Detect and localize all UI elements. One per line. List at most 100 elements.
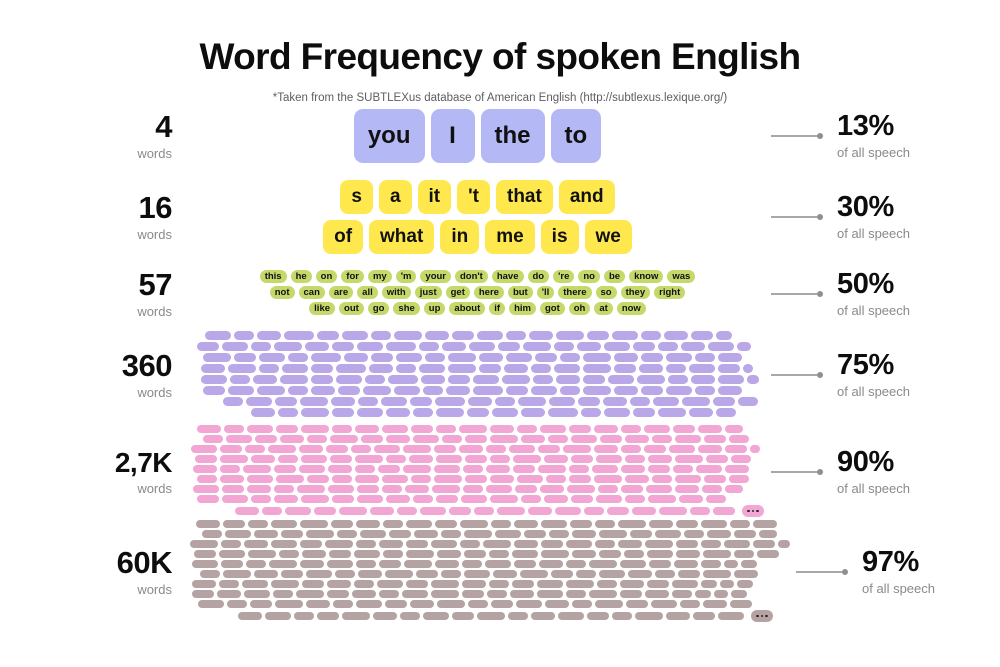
word-chip[interactable]: you	[353, 109, 425, 163]
abstract-word-pill	[355, 455, 384, 463]
word-chip[interactable]: can	[298, 286, 325, 299]
abstract-word-pill	[337, 530, 357, 538]
abstract-word-pill	[251, 495, 272, 503]
word-count-value: 360	[121, 348, 173, 383]
word-chip[interactable]: 'm	[395, 270, 417, 283]
word-chip[interactable]: s	[340, 180, 373, 214]
word-chip[interactable]: have	[491, 270, 524, 283]
word-chip[interactable]: me	[485, 220, 535, 254]
word-chip[interactable]: out	[339, 302, 364, 315]
abstract-word-block	[191, 425, 764, 519]
abstract-word-pill	[632, 408, 655, 417]
word-chip[interactable]: this	[259, 270, 287, 283]
word-chip[interactable]: the	[480, 109, 545, 163]
abstract-word-pill	[497, 507, 526, 515]
percent-group: 90% of all speech	[765, 448, 1000, 496]
abstract-word-pill	[570, 520, 592, 528]
word-chip[interactable]: my	[367, 270, 392, 283]
word-chip[interactable]: they	[620, 286, 651, 299]
abstract-word-pill	[285, 507, 312, 515]
abstract-word-pill	[703, 570, 731, 578]
word-chip[interactable]: there	[558, 286, 592, 299]
abstract-word-pill	[520, 570, 548, 578]
word-chip[interactable]: of	[323, 220, 364, 254]
word-chip[interactable]: to	[550, 109, 602, 163]
word-chip[interactable]: 't	[457, 180, 490, 214]
abstract-word-pill	[248, 550, 276, 558]
abstract-word-pill	[625, 495, 646, 503]
word-chip[interactable]: here	[473, 286, 504, 299]
word-chip[interactable]: but	[507, 286, 533, 299]
word-chip[interactable]: with	[381, 286, 411, 299]
word-chip[interactable]: go	[367, 302, 390, 315]
abstract-word-pill	[503, 364, 528, 373]
abstract-word-pill	[395, 364, 416, 373]
word-chip[interactable]: not	[269, 286, 295, 299]
abstract-word-pill	[688, 408, 713, 417]
word-chip[interactable]: like	[309, 302, 336, 315]
word-chip[interactable]: up	[423, 302, 446, 315]
word-chip[interactable]: so	[595, 286, 617, 299]
abstract-word-pill	[197, 475, 218, 483]
abstract-word-pill	[746, 375, 759, 384]
word-chip[interactable]: got	[539, 302, 565, 315]
word-chip[interactable]: no	[578, 270, 600, 283]
abstract-word-pill	[235, 507, 260, 515]
abstract-word-pill	[472, 386, 503, 395]
abstract-word-pill	[539, 560, 563, 568]
abstract-word-line	[191, 495, 764, 503]
word-chip[interactable]: is	[540, 220, 579, 254]
abstract-word-pill	[675, 485, 700, 493]
percent-group: 30% of all speech	[765, 193, 1000, 241]
word-chip[interactable]: I	[430, 109, 475, 163]
word-chip[interactable]: know	[629, 270, 664, 283]
word-chip[interactable]: for	[341, 270, 364, 283]
abstract-word-pill	[196, 520, 220, 528]
word-chip[interactable]: she	[393, 302, 420, 315]
word-chip[interactable]: be	[603, 270, 626, 283]
abstract-word-pill	[301, 455, 328, 463]
word-chip[interactable]: he	[290, 270, 312, 283]
word-chip[interactable]: a	[378, 180, 412, 214]
abstract-word-pill	[559, 353, 580, 362]
word-chip[interactable]: in	[440, 220, 480, 254]
word-chip[interactable]: if	[489, 302, 506, 315]
word-chip[interactable]: that	[496, 180, 553, 214]
word-chip[interactable]: do	[527, 270, 550, 283]
word-sample-area	[190, 331, 765, 419]
abstract-word-pill	[459, 445, 484, 453]
word-chip[interactable]: him	[509, 302, 536, 315]
word-chip[interactable]: about	[449, 302, 486, 315]
word-chip[interactable]: 're	[553, 270, 575, 283]
word-chip[interactable]: don't	[455, 270, 488, 283]
word-chip[interactable]: at	[594, 302, 613, 315]
word-chip[interactable]: we	[584, 220, 632, 254]
frequency-row: 57 words this he on for my'm your don't have do're…	[0, 265, 1000, 323]
word-chip[interactable]: all	[357, 286, 378, 299]
word-chip[interactable]: now	[616, 302, 646, 315]
abstract-word-pill	[478, 364, 501, 373]
word-chip[interactable]: right	[654, 286, 686, 299]
word-chip[interactable]: on	[315, 270, 338, 283]
word-chip[interactable]: are	[328, 286, 354, 299]
word-chip[interactable]: oh	[568, 302, 591, 315]
abstract-word-pill	[442, 435, 463, 443]
word-chip[interactable]: and	[558, 180, 615, 214]
word-chip[interactable]: get	[445, 286, 470, 299]
abstract-word-pill	[540, 425, 567, 433]
abstract-word-pill	[648, 465, 671, 473]
word-chip[interactable]: your	[420, 270, 451, 283]
abstract-word-pill	[702, 485, 723, 493]
abstract-word-pill	[514, 560, 536, 568]
abstract-word-pill	[193, 485, 220, 493]
word-chip[interactable]: it	[417, 180, 452, 214]
abstract-word-pill	[299, 465, 326, 473]
word-chip[interactable]: just	[414, 286, 442, 299]
word-chip[interactable]: 'll	[536, 286, 555, 299]
leader-line-stroke	[771, 293, 817, 295]
abstract-word-pill	[247, 425, 274, 433]
word-chip[interactable]: what	[369, 220, 435, 254]
abstract-word-pill	[325, 540, 353, 548]
word-chip[interactable]: was	[667, 270, 696, 283]
abstract-word-pill	[678, 570, 700, 578]
